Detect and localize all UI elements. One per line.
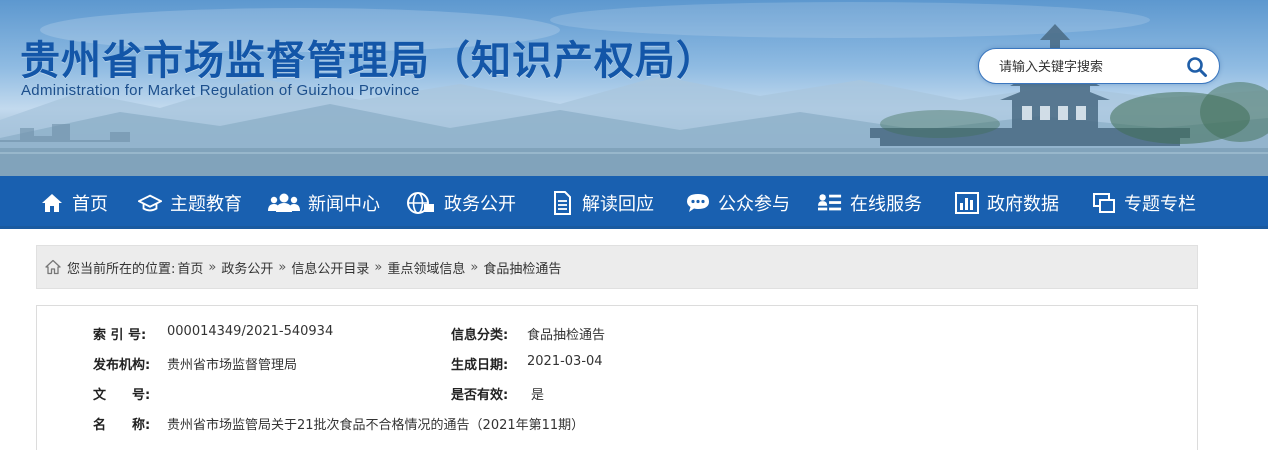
nav-item-label: 主题教育 xyxy=(170,193,242,215)
index-number-value: 000014349/2021-540934 xyxy=(167,324,334,339)
nav-item-label: 在线服务 xyxy=(850,193,922,215)
document-name-value: 贵州省市场监管局关于21批次食品不合格情况的通告（2021年第11期） xyxy=(167,418,585,433)
graduation-cap-icon xyxy=(138,191,162,215)
nav-item-online-services[interactable]: 在线服务 xyxy=(818,176,922,229)
search-button[interactable] xyxy=(1185,55,1209,79)
nav-item-label: 首页 xyxy=(72,193,108,215)
nav-item-label: 政府数据 xyxy=(987,193,1059,215)
breadcrumb-link-food-inspection[interactable]: 食品抽检通告 xyxy=(483,258,561,277)
info-row: 索 引 号: 000014349/2021-540934 信息分类: 食品抽检通… xyxy=(37,324,1197,350)
search-input[interactable] xyxy=(999,56,1179,78)
document-name-label: 名 称: xyxy=(93,418,151,433)
publisher-label: 发布机构: xyxy=(93,358,151,373)
nav-item-home[interactable]: 首页 xyxy=(40,176,108,229)
info-row: 文 号: 是否有效: 是 xyxy=(37,384,1197,410)
site-banner: 贵州省市场监督管理局（知识产权局） Administration for Mar… xyxy=(0,0,1268,176)
nav-item-label: 政务公开 xyxy=(444,193,516,215)
globe-icon xyxy=(406,191,436,215)
document-info-panel: 索 引 号: 000014349/2021-540934 信息分类: 食品抽检通… xyxy=(36,305,1198,450)
document-number-label: 文 号: xyxy=(93,388,151,403)
info-row: 名 称: 贵州省市场监管局关于21批次食品不合格情况的通告（2021年第11期） xyxy=(37,414,1197,440)
nav-item-news-center[interactable]: 新闻中心 xyxy=(268,176,380,229)
nav-item-theme-education[interactable]: 主题教育 xyxy=(138,176,242,229)
category-value: 食品抽检通告 xyxy=(527,328,606,343)
publisher-value: 贵州省市场监督管理局 xyxy=(167,358,298,373)
validity-value: 是 xyxy=(531,388,545,403)
nav-item-government-affairs[interactable]: 政务公开 xyxy=(406,176,516,229)
document-icon xyxy=(550,190,574,215)
nav-item-label: 公众参与 xyxy=(718,193,790,215)
date-value: 2021-03-04 xyxy=(527,354,603,369)
windows-stack-icon xyxy=(1092,191,1116,215)
nav-item-interpretation[interactable]: 解读回应 xyxy=(550,176,654,229)
nav-item-label: 专题专栏 xyxy=(1124,193,1196,215)
nav-item-label: 解读回应 xyxy=(582,193,654,215)
nav-item-special-topics[interactable]: 专题专栏 xyxy=(1092,176,1196,229)
breadcrumb-separator: » xyxy=(208,259,217,275)
site-subtitle: Administration for Market Regulation of … xyxy=(21,82,420,99)
breadcrumb-link-catalog[interactable]: 信息公开目录 xyxy=(291,258,369,277)
info-row: 发布机构: 贵州省市场监督管理局 生成日期: 2021-03-04 xyxy=(37,354,1197,380)
home-icon xyxy=(40,191,64,215)
breadcrumb: 您当前所在的位置: 首页 » 政务公开 » 信息公开目录 » 重点领域信息 » … xyxy=(36,245,1198,289)
search-icon xyxy=(1187,57,1207,77)
site-title: 贵州省市场监督管理局（知识产权局） xyxy=(20,38,717,84)
nav-item-public-participation[interactable]: 公众参与 xyxy=(686,176,790,229)
breadcrumb-separator: » xyxy=(470,259,479,275)
date-label: 生成日期: xyxy=(451,358,509,373)
breadcrumb-link-home[interactable]: 首页 xyxy=(177,258,203,277)
breadcrumb-link-government-affairs[interactable]: 政务公开 xyxy=(221,258,273,277)
main-nav: 首页 主题教育 新闻中心 政务公开 解读回应 公众参与 在线服务 政府数据 专题… xyxy=(0,176,1268,229)
nav-item-label: 新闻中心 xyxy=(308,193,380,215)
validity-label: 是否有效: xyxy=(451,388,509,403)
breadcrumb-link-key-areas[interactable]: 重点领域信息 xyxy=(387,258,465,277)
index-number-label: 索 引 号: xyxy=(93,328,147,343)
nav-item-government-data[interactable]: 政府数据 xyxy=(955,176,1059,229)
breadcrumb-separator: » xyxy=(374,259,383,275)
user-list-icon xyxy=(818,191,842,215)
users-icon xyxy=(268,191,300,215)
breadcrumb-separator: » xyxy=(278,259,287,275)
chat-bubble-icon xyxy=(686,191,710,215)
category-label: 信息分类: xyxy=(451,328,509,343)
bar-chart-icon xyxy=(955,191,979,215)
breadcrumb-prefix: 您当前所在的位置: xyxy=(67,261,176,277)
home-outline-icon xyxy=(45,259,61,275)
search-box xyxy=(978,48,1220,84)
